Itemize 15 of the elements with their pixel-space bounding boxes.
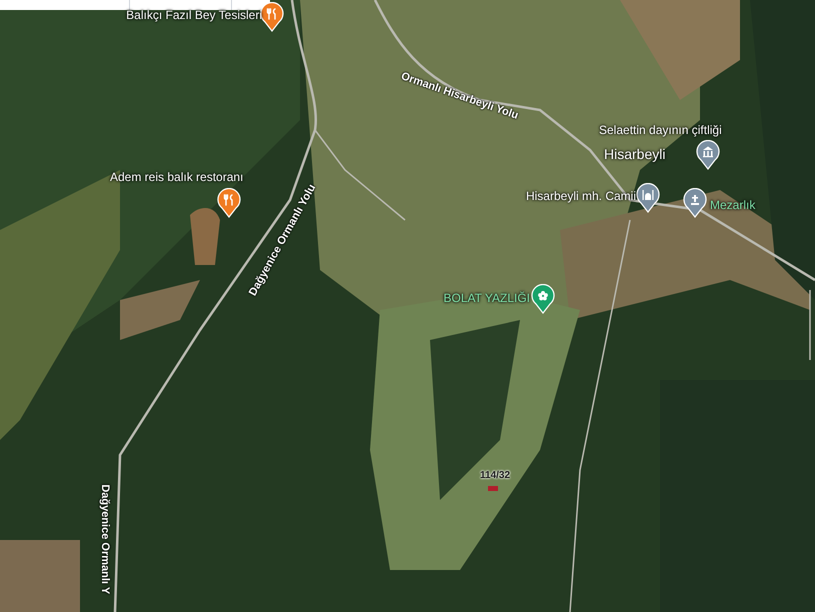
mosque-pin-icon[interactable] (636, 183, 660, 213)
place-label[interactable]: Adem reis balık restoranı (110, 168, 244, 186)
village-label[interactable]: Hisarbeyli (604, 144, 666, 165)
road-label: Dağyenice Ormanlı Y (98, 484, 112, 594)
parcel-number: 114/32 (480, 469, 510, 483)
place-label[interactable]: Selaettin dayının çiftliği (599, 121, 722, 139)
monument-pin-icon[interactable] (683, 188, 707, 218)
flower-pin-icon[interactable] (531, 284, 555, 314)
parcel-marker (488, 486, 498, 491)
restaurant-pin-icon[interactable] (260, 2, 284, 32)
field-area (190, 208, 220, 265)
place-label[interactable]: BOLAT YAZLIĞI (444, 289, 530, 307)
building-pin-icon[interactable] (696, 140, 720, 170)
restaurant-pin-icon[interactable] (217, 188, 241, 218)
place-label[interactable]: Balıkçı Fazıl Bey Tesisleri (126, 6, 262, 24)
